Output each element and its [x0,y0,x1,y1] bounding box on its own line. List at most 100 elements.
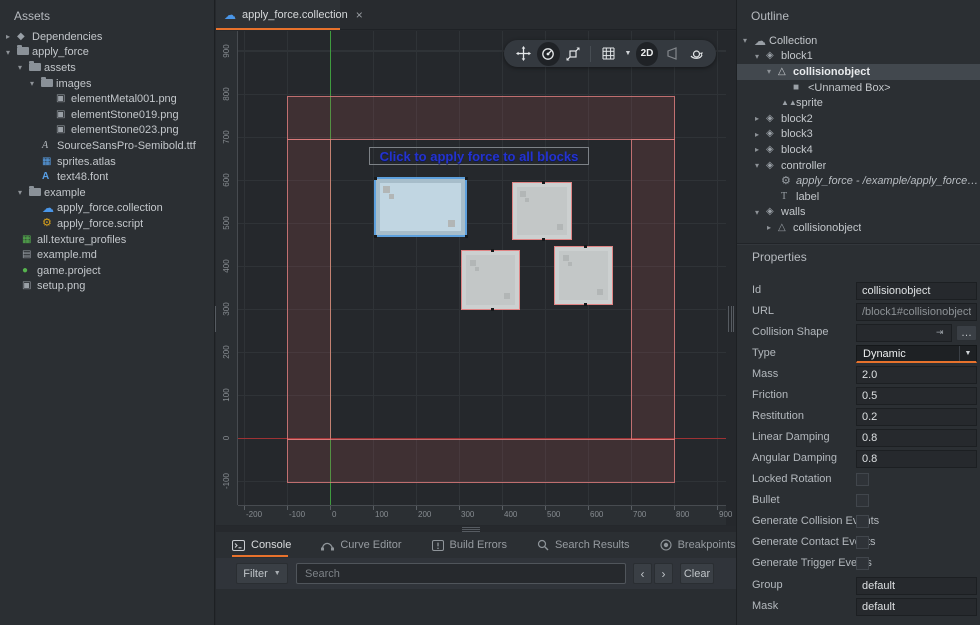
expand-arrow-icon[interactable]: ▾ [6,48,17,57]
asset-item-dependencies[interactable]: ▸◆Dependencies [0,29,214,45]
tab-curve-editor[interactable]: Curve Editor [321,539,401,551]
expand-arrow-icon[interactable]: ▾ [743,36,754,45]
grid-dropdown-caret-icon[interactable]: ▼ [622,50,633,57]
reset-camera-button[interactable] [685,42,708,66]
outline-item-collection[interactable]: ▾☁Collection [737,33,980,49]
expand-arrow-icon[interactable]: ▸ [755,130,766,139]
expand-arrow-icon[interactable]: ▾ [18,188,29,197]
expand-arrow-icon[interactable]: ▾ [755,161,766,170]
block2[interactable] [512,182,572,240]
outline-item-unnamed-box[interactable]: ■<Unnamed Box> [737,80,980,96]
outline-item-block2[interactable]: ▸◈block2 [737,111,980,127]
wall-bottom[interactable] [287,439,675,483]
outline-item-block3[interactable]: ▸◈block3 [737,127,980,143]
chevron-down-icon[interactable]: ▼ [959,346,976,361]
asset-item-apply-force[interactable]: ▾apply_force [0,45,214,61]
resource-assign-icon[interactable]: ⇥ [936,327,944,338]
2d-mode-button[interactable]: 2D [636,42,659,66]
scene-label[interactable]: Click to apply force to all blocks [369,147,589,165]
outline-item-block1[interactable]: ▾◈block1 [737,49,980,65]
move-tool-button[interactable] [512,42,535,66]
collision-object-icon: △ [778,67,793,77]
find-previous-button[interactable]: ‹ [633,563,652,584]
block4[interactable] [554,246,613,305]
asset-item-texture-profiles[interactable]: ▦all.texture_profiles [0,232,214,248]
image-icon: ▣ [22,281,37,291]
filter-dropdown-button[interactable]: Filter▼ [236,563,288,584]
tab-build-errors[interactable]: Build Errors [432,539,507,551]
mask-field[interactable] [856,598,977,616]
outline-item-walls[interactable]: ▾◈walls [737,205,980,221]
wall-top[interactable] [287,96,675,140]
collision-object-icon: △ [778,223,793,233]
outline-item-controller[interactable]: ▾◈controller [737,158,980,174]
asset-item-markdown[interactable]: ▤example.md [0,247,214,263]
property-row-generate-trigger-events: Generate Trigger Events [737,555,980,573]
bullet-checkbox[interactable] [856,494,869,507]
scene-canvas[interactable]: Click to apply force to all blocks [238,31,726,505]
asset-item-png[interactable]: ▣elementStone019.png [0,107,214,123]
asset-item-assets[interactable]: ▾assets [0,60,214,76]
asset-item-font[interactable]: Atext48.font [0,169,214,185]
tab-close-icon[interactable]: × [356,8,363,22]
type-dropdown[interactable]: Dynamic ▼ [856,345,977,363]
outline-item-script[interactable]: ⚙apply_force - /example/apply_force.scri… [737,173,980,189]
asset-item-png[interactable]: ▣setup.png [0,279,214,295]
outline-item-collisionobject[interactable]: ▾△collisionobject [737,64,980,80]
perspective-camera-button[interactable] [660,42,683,66]
console-output-area[interactable] [216,589,736,625]
wall-left[interactable] [287,139,331,440]
angular-damping-field[interactable] [856,450,977,468]
rotate-tool-button[interactable] [537,42,560,66]
outline-item-block4[interactable]: ▸◈block4 [737,142,980,158]
asset-item-project[interactable]: ●game.project [0,263,214,279]
block3[interactable] [461,250,520,310]
asset-item-images[interactable]: ▾images [0,76,214,92]
generate-trigger-events-checkbox[interactable] [856,557,869,570]
asset-item-collection[interactable]: ☁apply_force.collection [0,201,214,217]
tab-console[interactable]: Console [232,539,291,551]
expand-arrow-icon[interactable]: ▾ [755,52,766,61]
asset-item-example[interactable]: ▾example [0,185,214,201]
tab-search-results[interactable]: Search Results [537,539,630,551]
tab-apply-force-collection[interactable]: ☁ apply_force.collection × [216,0,340,30]
expand-arrow-icon[interactable]: ▸ [755,114,766,123]
asset-item-ttf[interactable]: ASourceSansPro-Semibold.ttf [0,138,214,154]
asset-item-script[interactable]: ⚙apply_force.script [0,216,214,232]
asset-item-png[interactable]: ▣elementMetal001.png [0,91,214,107]
right-panel-splitter[interactable] [728,306,734,332]
browse-resource-button[interactable]: … [956,325,977,341]
locked-rotation-checkbox[interactable] [856,473,869,486]
asset-item-atlas[interactable]: ▦sprites.atlas [0,154,214,170]
wall-right[interactable] [631,139,675,440]
mass-field[interactable] [856,366,977,384]
generate-collision-events-checkbox[interactable] [856,515,869,528]
scene-viewport[interactable]: 900 800 700 600 500 400 300 200 100 0 -1… [216,31,736,526]
expand-arrow-icon[interactable]: ▸ [755,145,766,154]
grid-toggle-button[interactable] [597,42,620,66]
scale-tool-button[interactable] [562,42,585,66]
expand-arrow-icon[interactable]: ▸ [6,32,17,41]
restitution-field[interactable] [856,408,977,426]
collection-icon: ☁ [224,8,236,22]
linear-damping-field[interactable] [856,429,977,447]
group-field[interactable] [856,577,977,595]
block1-selected[interactable] [374,177,467,237]
clear-console-button[interactable]: Clear [680,563,714,584]
outline-item-walls-collisionobject[interactable]: ▸△collisionobject [737,220,980,236]
expand-arrow-icon[interactable]: ▾ [18,63,29,72]
friction-field[interactable] [856,387,977,405]
expand-arrow-icon[interactable]: ▾ [767,67,778,76]
id-field[interactable] [856,282,977,300]
generate-contact-events-checkbox[interactable] [856,536,869,549]
expand-arrow-icon[interactable]: ▾ [30,79,41,88]
outline-item-label[interactable]: Tlabel [737,189,980,205]
outline-item-sprite[interactable]: ▲▲sprite [737,95,980,111]
tab-breakpoints[interactable]: Breakpoints [660,539,736,551]
console-search-input[interactable] [296,563,626,584]
expand-arrow-icon[interactable]: ▸ [767,223,778,232]
expand-arrow-icon[interactable]: ▾ [755,208,766,217]
asset-item-png[interactable]: ▣elementStone023.png [0,123,214,139]
find-next-button[interactable]: › [654,563,673,584]
assets-panel-title: Assets [0,0,214,29]
